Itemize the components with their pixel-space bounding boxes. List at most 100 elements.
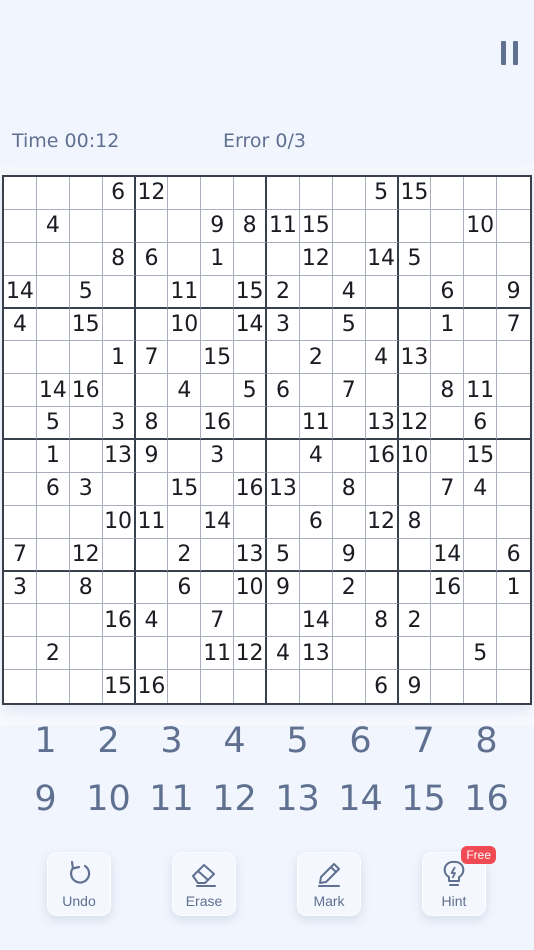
board-cell[interactable] [4,670,37,703]
board-cell[interactable]: 6 [168,571,202,605]
board-cell[interactable] [431,505,465,539]
board-cell[interactable] [168,505,202,539]
board-cell[interactable] [234,177,267,210]
board-cell[interactable]: 14 [36,374,70,408]
board-cell[interactable] [4,407,37,440]
board-cell[interactable]: 12 [234,637,267,671]
board-cell[interactable]: 14 [299,604,333,638]
number-key-2[interactable]: 2 [77,718,140,764]
board-cell[interactable] [168,670,202,703]
board-cell[interactable] [464,242,498,276]
board-cell[interactable] [102,571,136,605]
board-cell[interactable]: 4 [332,275,366,309]
board-cell[interactable]: 11 [135,505,169,539]
board-cell[interactable]: 8 [135,407,169,440]
board-cell[interactable]: 10 [168,308,202,342]
board-cell[interactable]: 9 [399,670,432,703]
board-cell[interactable] [299,308,333,342]
board-cell[interactable] [4,341,37,375]
number-key-10[interactable]: 10 [77,776,140,822]
board-cell[interactable] [464,505,498,539]
board-cell[interactable]: 2 [332,571,366,605]
board-cell[interactable]: 4 [365,341,399,375]
board-cell[interactable] [135,275,169,309]
board-cell[interactable]: 8 [365,604,399,638]
board-cell[interactable]: 15 [464,440,498,473]
board-cell[interactable] [69,407,103,440]
board-cell[interactable]: 3 [201,440,235,473]
board-cell[interactable] [431,604,465,638]
board-cell[interactable]: 11 [464,374,498,408]
board-cell[interactable] [37,670,70,703]
board-cell[interactable]: 1 [36,440,70,473]
board-cell[interactable]: 2 [398,604,432,638]
board-cell[interactable] [135,637,169,671]
board-cell[interactable] [69,242,103,276]
board-cell[interactable] [365,472,399,506]
board-cell[interactable] [431,440,465,473]
board-cell[interactable] [36,538,70,572]
board-cell[interactable]: 1 [431,308,465,342]
board-cell[interactable] [332,242,366,276]
board-cell[interactable] [168,177,202,210]
board-cell[interactable] [299,374,333,408]
board-cell[interactable]: 10 [234,571,267,605]
board-cell[interactable] [69,177,103,210]
board-cell[interactable] [497,637,530,671]
board-cell[interactable] [201,670,235,703]
board-cell[interactable]: 13 [299,637,333,671]
board-cell[interactable] [102,275,136,309]
board-cell[interactable]: 10 [102,505,136,539]
board-cell[interactable]: 1 [497,572,530,605]
board-cell[interactable]: 16 [201,407,235,440]
board-cell[interactable]: 11 [201,637,235,671]
board-cell[interactable] [69,440,103,473]
board-cell[interactable] [135,571,169,605]
board-cell[interactable]: 12 [135,177,169,210]
board-cell[interactable] [267,407,300,440]
board-cell[interactable]: 4 [135,604,169,638]
board-cell[interactable] [102,209,136,243]
board-cell[interactable] [201,538,235,572]
board-cell[interactable] [267,505,300,539]
number-key-5[interactable]: 5 [266,718,329,764]
board-cell[interactable]: 3 [69,472,103,506]
board-cell[interactable] [299,472,333,506]
board-cell[interactable] [69,505,103,539]
board-cell[interactable] [365,538,399,572]
board-cell[interactable] [70,670,103,703]
board-cell[interactable] [4,604,37,638]
board-cell[interactable]: 3 [4,571,37,605]
board-cell[interactable] [102,374,136,408]
board-cell[interactable] [398,374,432,408]
number-key-12[interactable]: 12 [203,776,266,822]
board-cell[interactable]: 6 [366,670,399,703]
board-cell[interactable]: 9 [135,440,169,473]
board-cell[interactable] [398,209,432,243]
board-cell[interactable]: 6 [431,275,465,309]
board-cell[interactable] [464,275,498,309]
board-cell[interactable]: 10 [398,440,432,473]
board-cell[interactable]: 16 [431,571,465,605]
board-cell[interactable]: 15 [103,670,136,703]
board-cell[interactable] [365,275,399,309]
board-cell[interactable]: 4 [4,308,37,342]
board-cell[interactable]: 5 [332,308,366,342]
board-cell[interactable]: 13 [398,341,432,375]
board-cell[interactable] [299,571,333,605]
board-cell[interactable] [102,308,136,342]
board-cell[interactable] [168,637,202,671]
board-cell[interactable] [464,538,498,572]
board-cell[interactable]: 9 [497,276,530,309]
board-cell[interactable] [398,275,432,309]
mark-button[interactable]: Mark [297,852,361,916]
board-cell[interactable] [234,242,267,276]
board-cell[interactable] [69,341,103,375]
board-cell[interactable] [234,670,267,703]
board-cell[interactable] [201,308,235,342]
board-cell[interactable]: 15 [234,275,267,309]
board-cell[interactable] [497,407,530,440]
board-cell[interactable] [398,538,432,572]
number-key-8[interactable]: 8 [455,718,518,764]
board-cell[interactable]: 15 [299,209,333,243]
